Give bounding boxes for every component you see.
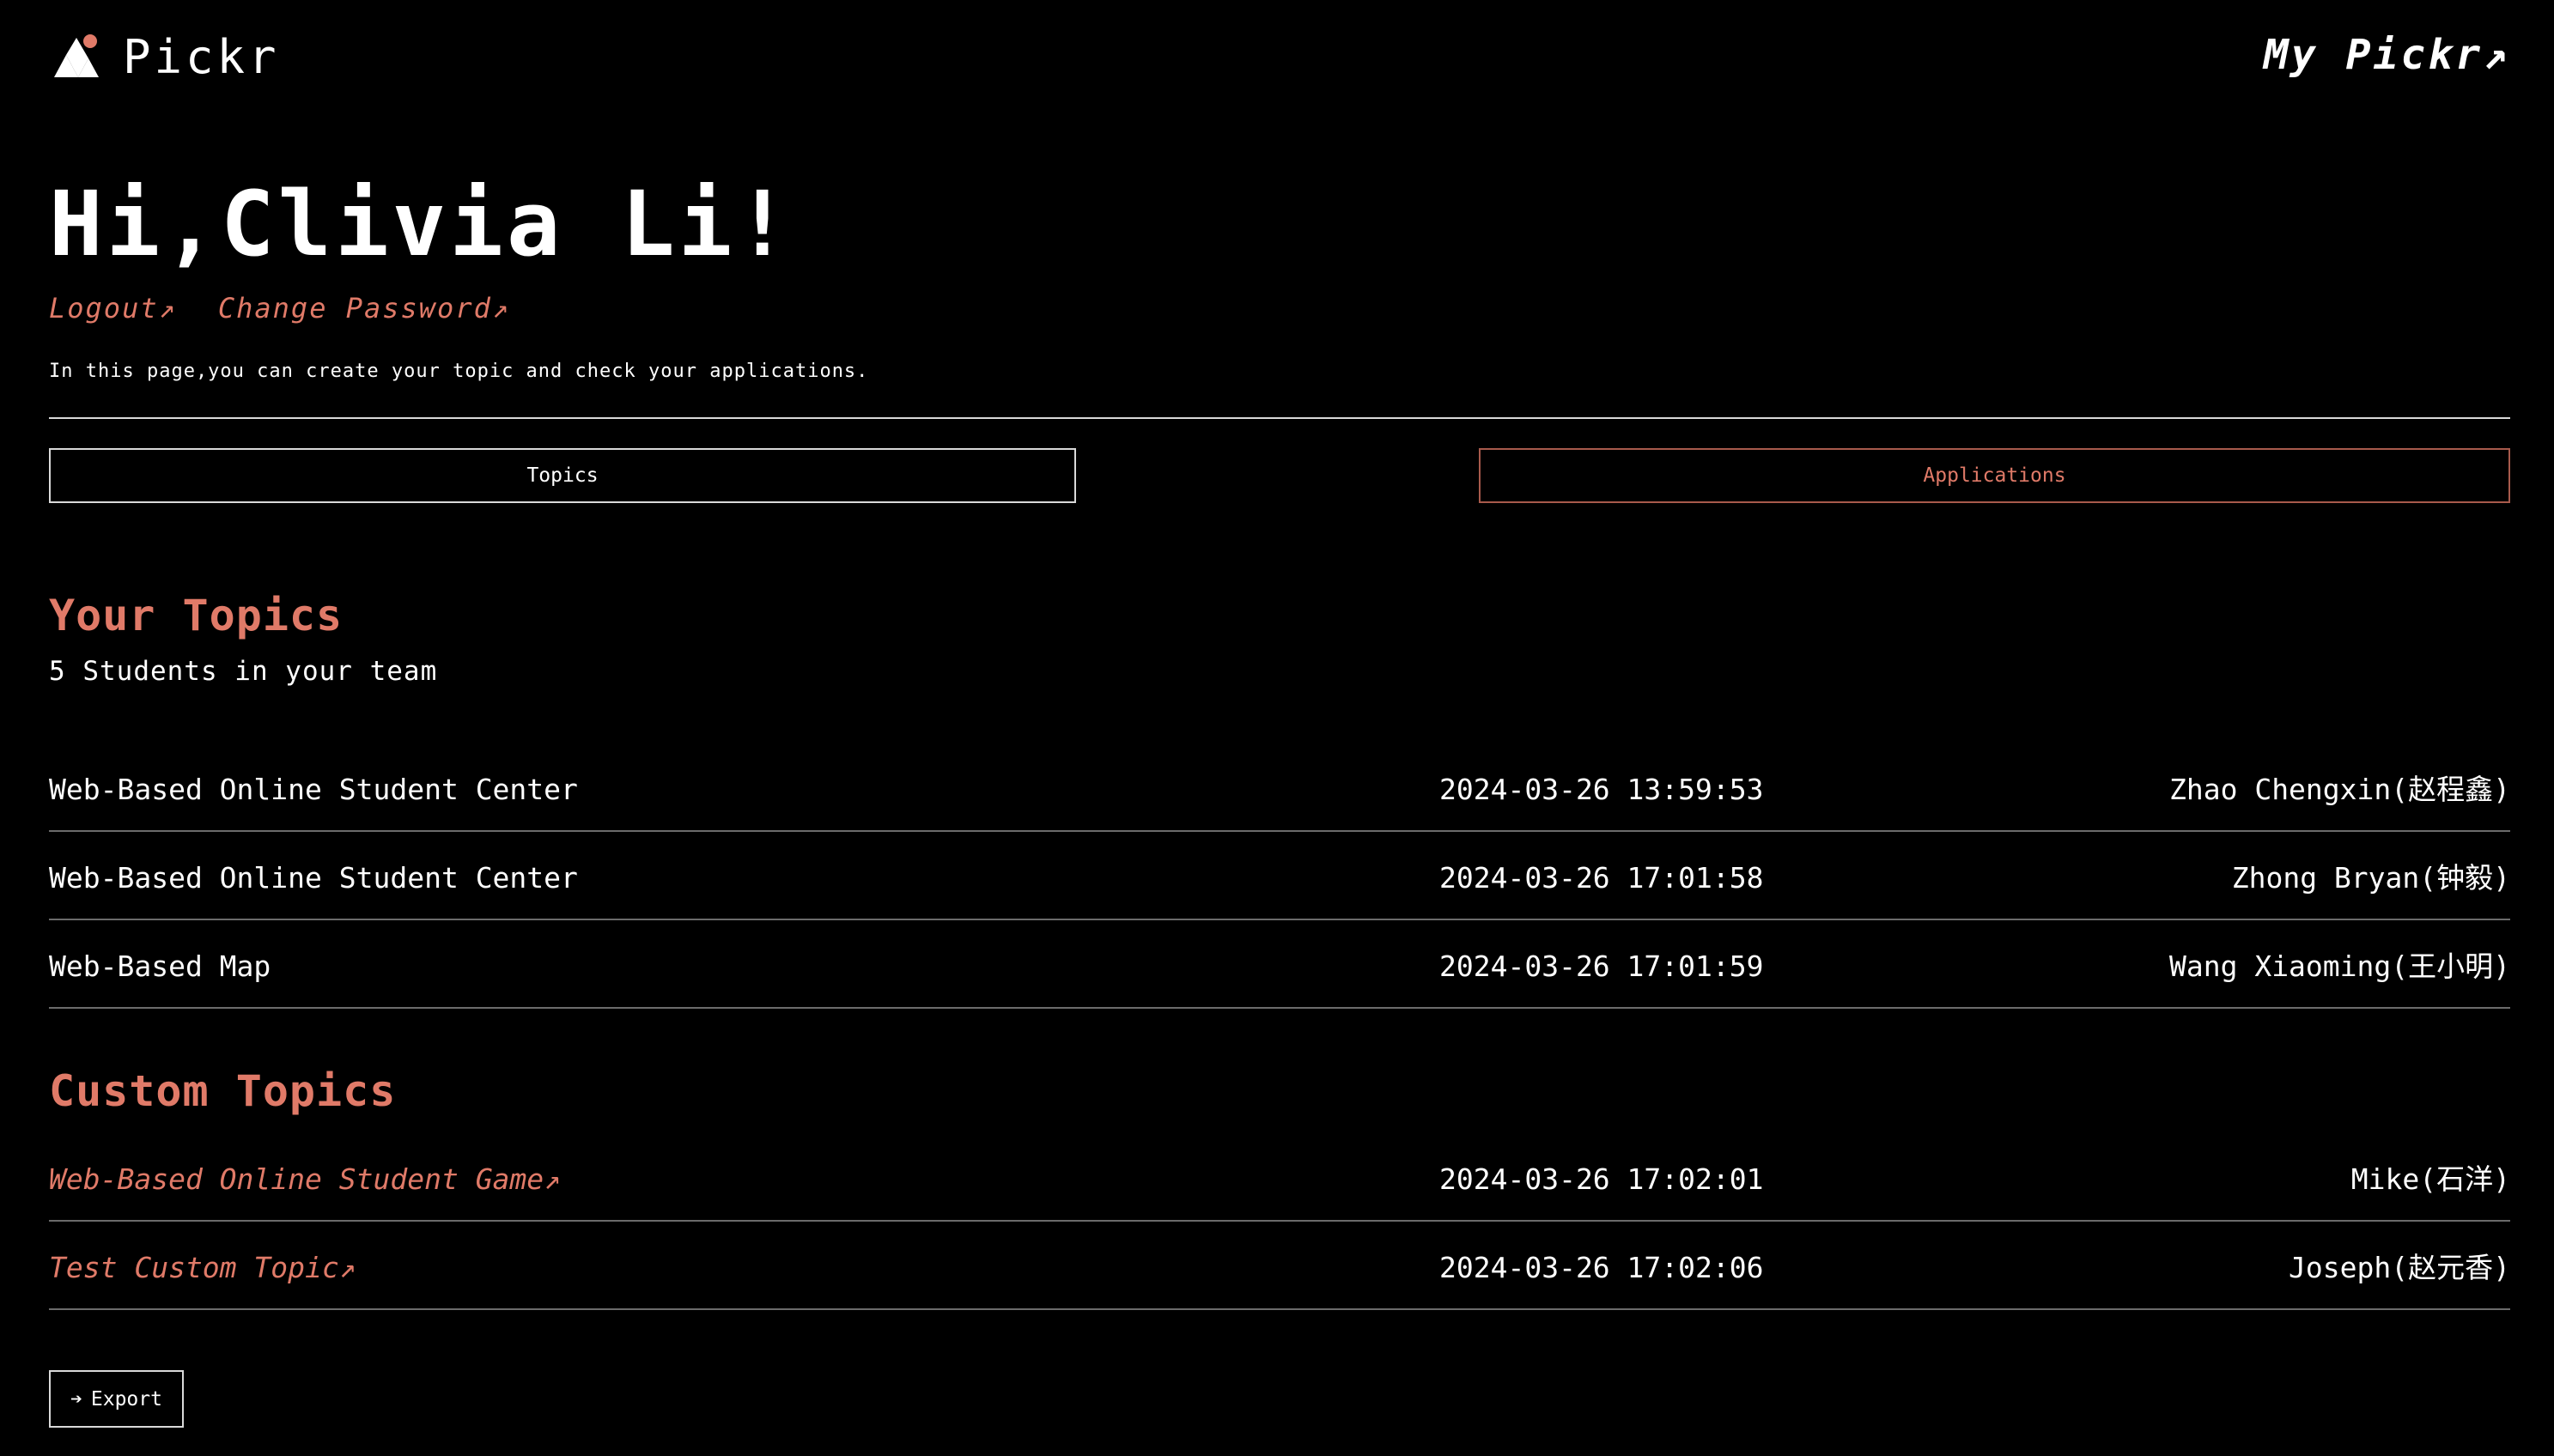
tab-topics[interactable]: Topics — [49, 448, 1076, 503]
topic-title: Web-Based Map — [49, 949, 271, 983]
team-size-text: 5 Students in your team — [49, 656, 438, 687]
topic-time: 2024-03-26 17:01:59 — [1439, 949, 1764, 983]
your-topics-title: Your Topics — [49, 591, 344, 640]
topic-owner: Mike(石洋) — [2350, 1162, 2510, 1196]
my-pickr-link[interactable]: My Pickr↗ — [2264, 31, 2510, 79]
custom-topics-list: Web-Based Online Student Game↗ 2024-03-2… — [49, 1133, 2510, 1310]
your-topics-list: Web-Based Online Student Center 2024-03-… — [49, 743, 2510, 1009]
custom-topic-link[interactable]: Test Custom Topic↗ — [49, 1251, 356, 1285]
topic-owner: Joseph(赵元香) — [2289, 1251, 2510, 1284]
account-links: Logout↗ Change Password↗ — [49, 292, 510, 325]
header: Pickr My Pickr↗ — [49, 29, 2510, 84]
divider — [49, 417, 2510, 419]
custom-topic-row: Test Custom Topic↗ 2024-03-26 17:02:06 J… — [49, 1222, 2510, 1310]
brand[interactable]: Pickr — [49, 29, 280, 84]
topic-time: 2024-03-26 17:01:58 — [1439, 861, 1764, 895]
tab-applications[interactable]: Applications — [1479, 448, 2510, 503]
arrow-right-icon: ➔ — [70, 1387, 82, 1410]
topic-time: 2024-03-26 13:59:53 — [1439, 773, 1764, 806]
topic-row: Web-Based Online Student Center 2024-03-… — [49, 743, 2510, 832]
custom-topic-link[interactable]: Web-Based Online Student Game↗ — [49, 1162, 561, 1197]
intro-text: In this page,you can create your topic a… — [49, 361, 869, 382]
greeting-heading: Hi,Clivia Li! — [49, 172, 793, 276]
topic-time: 2024-03-26 17:02:01 — [1439, 1162, 1764, 1196]
topic-title: Web-Based Online Student Center — [49, 861, 578, 895]
page: Pickr My Pickr↗ Hi,Clivia Li! Logout↗ Ch… — [49, 0, 2510, 1456]
pickr-logo-icon — [54, 34, 99, 77]
topic-owner: Zhong Bryan(钟毅) — [2231, 861, 2510, 895]
topic-owner: Zhao Chengxin(赵程鑫) — [2168, 773, 2510, 806]
brand-name: Pickr — [123, 29, 280, 84]
custom-topics-title: Custom Topics — [49, 1066, 397, 1116]
change-password-link[interactable]: Change Password↗ — [218, 292, 510, 325]
topic-row: Web-Based Online Student Center 2024-03-… — [49, 832, 2510, 920]
logout-link[interactable]: Logout↗ — [49, 292, 177, 325]
export-button[interactable]: ➔ Export — [49, 1370, 184, 1428]
topic-title: Web-Based Online Student Center — [49, 773, 578, 806]
topic-time: 2024-03-26 17:02:06 — [1439, 1251, 1764, 1284]
export-label: Export — [90, 1387, 162, 1410]
topic-owner: Wang Xiaoming(王小明) — [2168, 949, 2510, 983]
custom-topic-row: Web-Based Online Student Game↗ 2024-03-2… — [49, 1133, 2510, 1222]
topic-row: Web-Based Map 2024-03-26 17:01:59 Wang X… — [49, 920, 2510, 1009]
